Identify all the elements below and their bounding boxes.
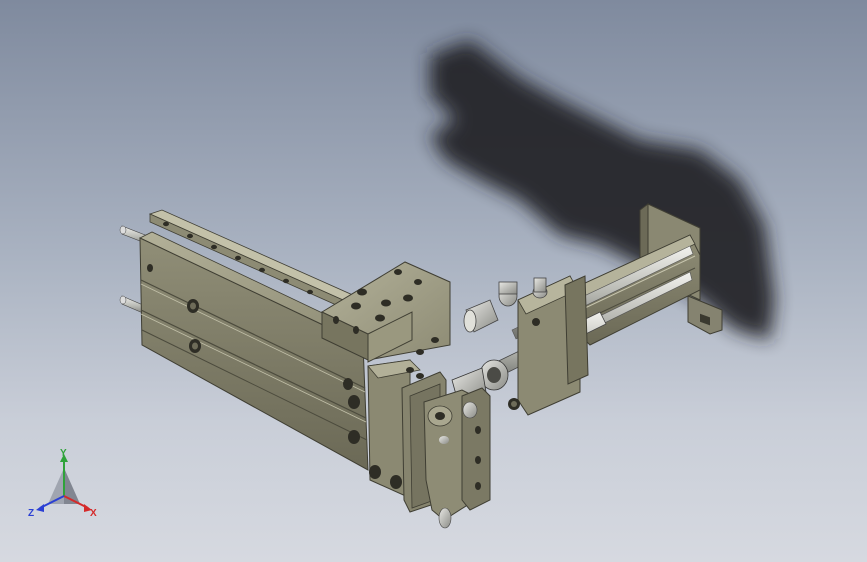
cad-model-scene[interactable] [0, 0, 867, 562]
graphics-viewport[interactable]: Y X Z [0, 0, 867, 562]
z-axis-label: Z [28, 508, 34, 519]
y-axis-label: Y [60, 448, 67, 459]
x-axis: X [63, 495, 97, 519]
view-orientation-triad[interactable]: Y X Z [26, 448, 102, 524]
z-axis: Z [28, 495, 65, 519]
linear-slide-left[interactable] [119, 209, 491, 529]
x-axis-label: X [90, 508, 97, 519]
gripper-hinge [423, 387, 491, 529]
